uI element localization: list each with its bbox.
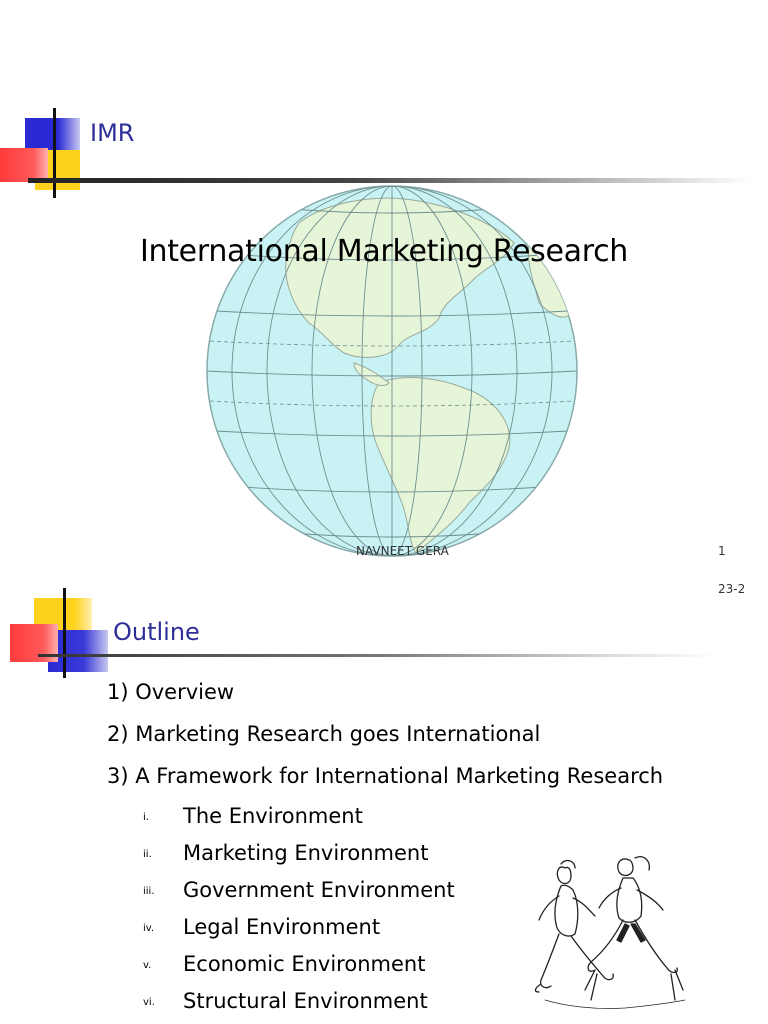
corner-logo-icon: [8, 588, 118, 678]
sublist-numeral: iv.: [143, 923, 155, 934]
sublist-label: Economic Environment: [183, 952, 426, 976]
sublist-numeral: vi.: [143, 997, 155, 1008]
outline-item-framework: 3) A Framework for International Marketi…: [107, 764, 664, 788]
header-rule: [38, 654, 718, 657]
page-number: 1: [718, 544, 726, 558]
slide-2: 23-2 Outline 1) Overview 2) Marketing Re…: [0, 580, 768, 1024]
logo-vertical-line: [63, 588, 66, 678]
header-title: IMR: [90, 119, 135, 147]
footer-author: NAVNEET GERA: [356, 544, 449, 558]
sublist-numeral: ii.: [143, 849, 152, 860]
sublist-label: Marketing Environment: [183, 841, 429, 865]
slide-1: IMR International Marketing Research NAV…: [0, 0, 768, 580]
outline-item-overview: 1) Overview: [107, 680, 235, 704]
sublist-label: Structural Environment: [183, 989, 428, 1013]
sublist-numeral: iii.: [143, 886, 155, 897]
sublist-numeral: i.: [143, 812, 149, 823]
outline-item-international: 2) Marketing Research goes International: [107, 722, 541, 746]
outline-list: 1) Overview 2) Marketing Research goes I…: [107, 678, 663, 804]
logo-vertical-line: [53, 108, 56, 198]
sublist-numeral: v.: [143, 960, 152, 971]
logo-red-square: [0, 148, 48, 182]
runners-sketch-icon: [534, 856, 686, 1009]
sublist-label: Legal Environment: [183, 915, 381, 939]
header-title: Outline: [113, 618, 200, 646]
sublist-label: Government Environment: [183, 878, 455, 902]
sublist-label: The Environment: [183, 804, 363, 828]
corner-label: 23-2: [718, 582, 746, 596]
slide-title: International Marketing Research: [139, 234, 629, 269]
